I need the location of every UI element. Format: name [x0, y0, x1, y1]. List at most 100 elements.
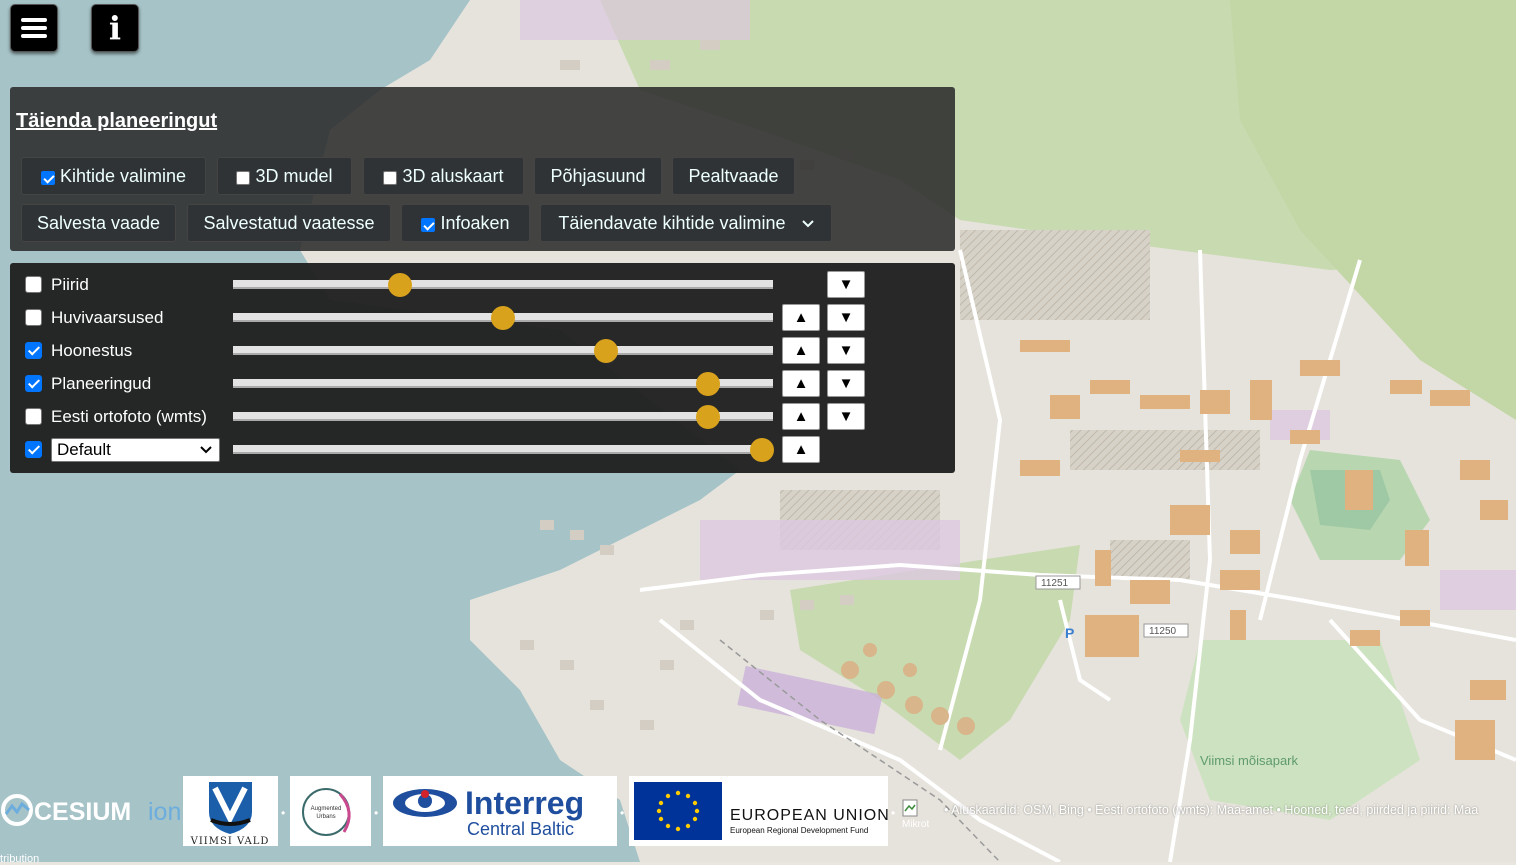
layer-visibility-checkbox[interactable]	[25, 408, 42, 425]
augmented-urbans-logo[interactable]: Augmented Urbans	[290, 776, 371, 846]
public-zone-east	[1440, 570, 1516, 610]
parking-label: P	[1065, 625, 1074, 641]
menu-button[interactable]	[10, 4, 58, 52]
3d-model-toggle[interactable]: 3D mudel	[217, 157, 352, 195]
move-layer-up-button[interactable]: ▲	[782, 304, 820, 331]
layer-visibility-checkbox[interactable]	[25, 375, 42, 392]
layer-visibility-checkbox[interactable]	[25, 342, 42, 359]
park-label: Viimsi mõisapark	[1200, 753, 1299, 768]
layer-visibility-checkbox[interactable]	[25, 276, 42, 293]
layer-opacity-slider[interactable]	[233, 273, 773, 297]
move-layer-up-button[interactable]: ▲	[782, 337, 820, 364]
slider-thumb[interactable]	[491, 306, 515, 330]
chevron-down-icon	[200, 439, 212, 467]
logo-separator: •	[374, 806, 379, 820]
move-layer-down-button[interactable]: ▼	[827, 370, 865, 397]
info-window-label: Infoaken	[440, 212, 510, 233]
viimsi-coat-of-arms-icon: VIIMSI VALD	[190, 782, 270, 847]
3d-basemap-toggle[interactable]: 3D aluskaart	[363, 157, 524, 195]
toolbar-panel: Täienda planeeringut Kihtide valimine 3D…	[10, 87, 955, 251]
info-window-checkbox[interactable]	[421, 217, 436, 232]
layer-opacity-slider[interactable]	[233, 405, 773, 429]
layer-visibility-checkbox[interactable]	[25, 441, 42, 458]
layer-name: Eesti ortofoto (wmts)	[51, 407, 207, 426]
layer-opacity-slider[interactable]	[233, 306, 773, 330]
move-layer-up-button[interactable]: ▲	[782, 403, 820, 430]
road-number-1-label: 11251	[1041, 578, 1069, 589]
move-layer-down-button[interactable]: ▼	[827, 271, 865, 298]
slider-thumb[interactable]	[696, 405, 721, 429]
cesium-icon: CESIUM ion	[1, 794, 181, 826]
slider-thumb[interactable]	[750, 438, 775, 462]
move-layer-up-button[interactable]: ▲	[782, 436, 820, 463]
ion-text: ion	[148, 798, 181, 826]
residential-zone	[1110, 540, 1190, 580]
eu-subtitle-text: European Regional Development Fund	[730, 826, 868, 835]
augmented-text: Augmented	[311, 806, 342, 812]
logo-separator: •	[620, 806, 625, 820]
interreg-icon: Interreg Central Baltic	[393, 785, 584, 839]
3d-basemap-label: 3D aluskaart	[402, 165, 504, 186]
public-zone-north	[520, 0, 750, 40]
layer-row: Hoonestus ▲ ▼	[10, 336, 955, 369]
layer-name: Huvivaarsused	[51, 308, 164, 327]
panel-title-link[interactable]: Täienda planeeringut	[16, 110, 217, 133]
augmented-urbans-icon: Augmented Urbans	[302, 788, 351, 836]
chevron-down-icon	[801, 215, 814, 231]
layer-row: Piirid ▼	[10, 270, 955, 303]
layer-selection-checkbox[interactable]	[40, 170, 55, 185]
broken-image-logo[interactable]: Mikrot	[902, 799, 938, 830]
eu-flag-icon: EUROPEAN UNION European Regional Develop…	[634, 782, 889, 840]
3d-model-checkbox[interactable]	[236, 170, 251, 185]
broken-image-alt-text: Mikrot	[902, 819, 930, 830]
data-credits: • Aluskaardid: OSM, Bing • Eesti ortofot…	[944, 803, 1479, 817]
basemap-select-value: Default	[57, 440, 111, 459]
move-layer-up-button[interactable]: ▲	[782, 370, 820, 397]
viimsi-vald-logo[interactable]: VIIMSI VALD	[183, 776, 278, 847]
central-baltic-text: Central Baltic	[467, 819, 574, 839]
layer-opacity-slider[interactable]	[233, 438, 775, 462]
slider-thumb[interactable]	[388, 273, 413, 297]
cesium-text: CESIUM	[34, 798, 131, 826]
layer-row: Planeeringud ▲ ▼	[10, 369, 955, 402]
cesium-ion-logo[interactable]: CESIUM ion	[0, 792, 182, 828]
eu-title-text: EUROPEAN UNION	[730, 807, 888, 824]
hamburger-icon	[21, 18, 47, 38]
move-layer-down-button[interactable]: ▼	[827, 304, 865, 331]
move-layer-down-button[interactable]: ▼	[827, 337, 865, 364]
info-icon: i	[108, 9, 122, 47]
european-union-logo[interactable]: EUROPEAN UNION European Regional Develop…	[629, 776, 889, 846]
logo-separator: •	[281, 806, 286, 820]
layer-opacity-slider[interactable]	[233, 339, 773, 363]
layer-name: Piirid	[51, 275, 89, 294]
basemap-select[interactable]: Default	[51, 438, 220, 462]
layer-row: Eesti ortofoto (wmts) ▲ ▼	[10, 402, 955, 435]
info-button[interactable]: i	[91, 4, 139, 52]
saved-views-button[interactable]: Salvestatud vaatesse	[187, 204, 391, 242]
slider-thumb[interactable]	[593, 339, 618, 363]
residential-zone	[1070, 430, 1260, 470]
layer-opacity-slider[interactable]	[233, 372, 773, 396]
save-view-button[interactable]: Salvesta vaade	[21, 204, 176, 242]
attribution-link[interactable]: ttribution	[0, 853, 39, 865]
north-direction-button[interactable]: Põhjasuund	[534, 157, 662, 195]
move-layer-down-button[interactable]: ▼	[827, 403, 865, 430]
layer-selection-toggle[interactable]: Kihtide valimine	[21, 157, 206, 195]
layer-visibility-checkbox[interactable]	[25, 309, 42, 326]
layer-row: Huvivaarsused ▲ ▼	[10, 303, 955, 336]
layer-selection-label: Kihtide valimine	[59, 165, 187, 186]
additional-layers-label: Täiendavate kihtide valimine	[558, 212, 786, 233]
road-number-2-label: 11250	[1149, 626, 1177, 637]
info-window-toggle[interactable]: Infoaken	[401, 204, 530, 242]
logo-separator: •	[891, 806, 896, 820]
layer-panel: Piirid ▼ Huvivaarsused ▲ ▼ Hoonestus ▲ ▼…	[10, 263, 955, 473]
3d-basemap-checkbox[interactable]	[383, 170, 398, 185]
additional-layers-dropdown[interactable]: Täiendavate kihtide valimine	[540, 204, 832, 242]
slider-thumb[interactable]	[696, 372, 721, 396]
interreg-text: Interreg	[465, 785, 584, 821]
broken-image-icon	[902, 799, 918, 817]
viimsi-text: VIIMSI VALD	[190, 836, 270, 846]
top-view-button[interactable]: Pealtvaade	[672, 157, 795, 195]
interreg-logo[interactable]: Interreg Central Baltic	[383, 776, 617, 846]
3d-model-label: 3D mudel	[255, 165, 333, 186]
